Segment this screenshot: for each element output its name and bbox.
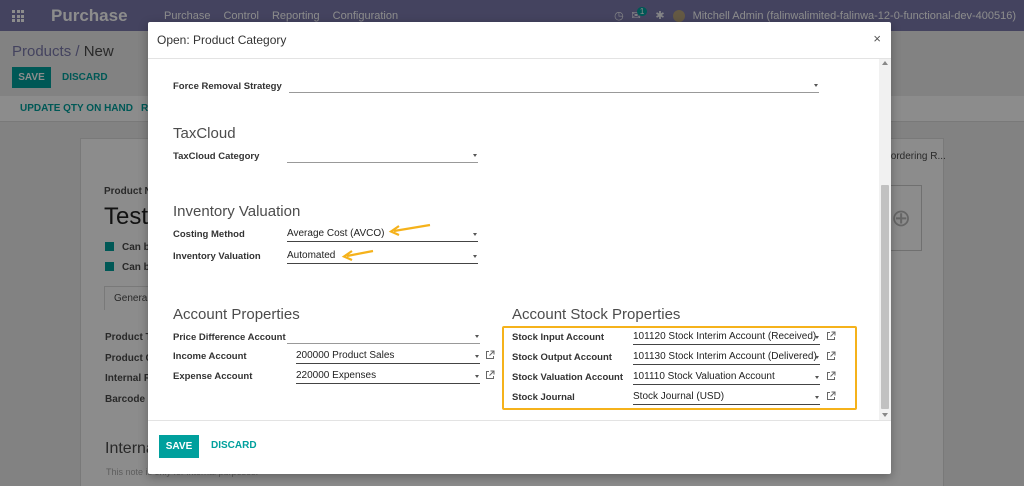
taxcloud-category-select[interactable]: [287, 149, 478, 163]
inventory-valuation-select[interactable]: Automated: [287, 250, 478, 264]
costing-method-select[interactable]: Average Cost (AVCO): [287, 228, 478, 242]
stock-input-select[interactable]: 101120 Stock Interim Account (Received): [633, 331, 820, 345]
chevron-down-icon: [815, 356, 819, 359]
inventory-valuation-label: Inventory Valuation: [173, 251, 261, 262]
price-difference-select[interactable]: [287, 330, 480, 344]
close-icon[interactable]: ×: [873, 31, 881, 46]
external-link-icon[interactable]: [826, 351, 836, 361]
discard-button[interactable]: DISCARD: [211, 440, 257, 451]
taxcloud-category-label: TaxCloud Category: [173, 151, 260, 162]
stock-journal-select[interactable]: Stock Journal (USD): [633, 391, 820, 405]
external-link-icon[interactable]: [485, 350, 495, 360]
stock-output-select[interactable]: 101130 Stock Interim Account (Delivered): [633, 351, 820, 365]
external-link-icon[interactable]: [826, 391, 836, 401]
dialog-body: Force Removal Strategy TaxCloud TaxCloud…: [148, 59, 891, 421]
external-link-icon[interactable]: [826, 371, 836, 381]
chevron-down-icon: [815, 376, 819, 379]
chevron-down-icon: [475, 375, 479, 378]
income-account-label: Income Account: [173, 351, 247, 362]
stock-valuation-select[interactable]: 101110 Stock Valuation Account: [633, 371, 820, 385]
external-link-icon[interactable]: [826, 331, 836, 341]
dialog-title: Open: Product Category: [157, 33, 287, 47]
annotation-arrow-icon: [341, 249, 374, 261]
force-removal-label: Force Removal Strategy: [173, 81, 282, 92]
chevron-down-icon: [475, 335, 479, 338]
stock-valuation-label: Stock Valuation Account: [512, 372, 624, 383]
price-difference-label: Price Difference Account: [173, 332, 286, 343]
chevron-down-icon: [473, 255, 477, 258]
account-properties-section-title: Account Properties: [173, 306, 300, 323]
taxcloud-section-title: TaxCloud: [173, 125, 236, 142]
income-account-select[interactable]: 200000 Product Sales: [296, 350, 480, 364]
product-category-dialog: Open: Product Category × Force Removal S…: [148, 22, 891, 474]
scroll-up-icon[interactable]: [882, 61, 888, 65]
chevron-down-icon: [475, 355, 479, 358]
chevron-down-icon: [473, 154, 477, 157]
chevron-down-icon: [473, 233, 477, 236]
dialog-header: Open: Product Category ×: [148, 22, 891, 59]
stock-journal-label: Stock Journal: [512, 392, 575, 403]
chevron-down-icon: [815, 396, 819, 399]
dialog-footer: SAVE DISCARD: [148, 420, 891, 474]
scroll-down-icon[interactable]: [882, 413, 888, 417]
dialog-scrollbar[interactable]: [879, 59, 891, 421]
expense-account-select[interactable]: 220000 Expenses: [296, 370, 480, 384]
external-link-icon[interactable]: [485, 370, 495, 380]
stock-input-label: Stock Input Account: [512, 332, 605, 343]
expense-account-label: Expense Account: [173, 371, 253, 382]
stock-output-label: Stock Output Account: [512, 352, 612, 363]
chevron-down-icon: [814, 84, 818, 87]
scrollbar-thumb[interactable]: [881, 185, 889, 409]
account-stock-section-title: Account Stock Properties: [512, 306, 681, 323]
annotation-arrow-icon: [388, 223, 431, 236]
inventory-valuation-section-title: Inventory Valuation: [173, 203, 301, 220]
costing-method-label: Costing Method: [173, 229, 245, 240]
chevron-down-icon: [815, 336, 819, 339]
force-removal-select[interactable]: [289, 79, 819, 93]
save-button[interactable]: SAVE: [159, 435, 199, 458]
